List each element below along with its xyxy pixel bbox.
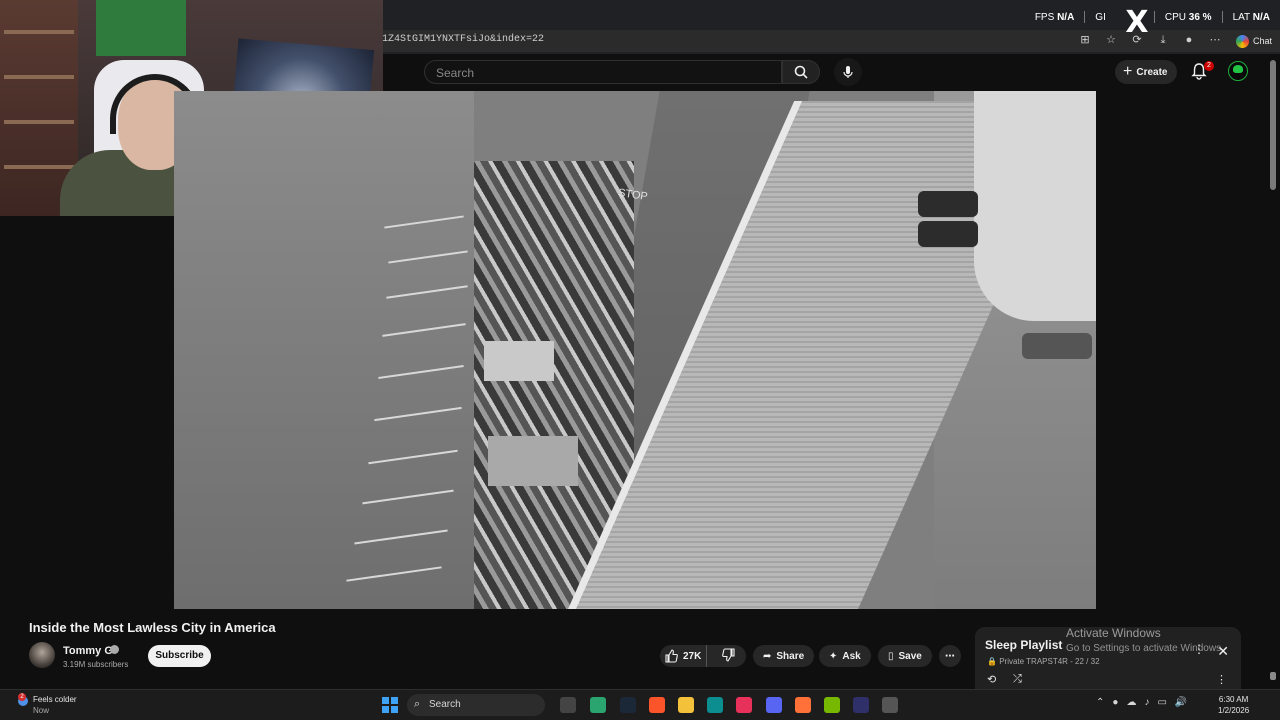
taskbar-search[interactable]: ⌕ Search [407, 694, 545, 716]
weather-sub: Now [33, 706, 50, 715]
like-count: 27K [683, 650, 702, 662]
download-icon[interactable]: ⤓ [1156, 33, 1170, 47]
voice-search-button[interactable] [834, 58, 862, 86]
microphone-icon [843, 66, 853, 78]
windows-taskbar: 2 Feels colder Now ⌕ Search ⌃ ● ☁ ♪ ▭ 🔊 [0, 689, 1280, 720]
microphone-tray-icon[interactable]: ♪ [1144, 697, 1149, 708]
search-icon: ⌕ [414, 698, 421, 710]
thumbs-up-icon [665, 649, 678, 663]
url-text[interactable]: 1Z4StGIM1YNXTFsiJo&index=22 [382, 34, 544, 45]
display-tray-icon[interactable]: ▭ [1157, 697, 1166, 708]
windows-start-icon[interactable] [382, 697, 398, 713]
more-horizontal-icon: ⋯ [945, 650, 955, 662]
account-avatar[interactable] [1228, 61, 1248, 81]
playlist-meta: 🔒 Private TRAPST4R - 22 / 32 [987, 657, 1100, 666]
activate-windows-title: Activate Windows [1066, 626, 1161, 640]
search-input[interactable]: Search [424, 60, 782, 84]
video-player[interactable]: STOP [174, 91, 1096, 609]
clock-time: 6:30 AM [1218, 695, 1249, 704]
favorite-star-icon[interactable]: ☆ [1104, 33, 1118, 47]
video-title: Inside the Most Lawless City in America [29, 620, 276, 635]
video-car [918, 191, 978, 217]
weather-widget[interactable]: 2 Feels colder Now [18, 693, 77, 716]
playlist-title[interactable]: Sleep Playlist [985, 638, 1062, 652]
page-scrollbar-end[interactable] [1270, 672, 1276, 680]
more-menu-icon[interactable]: ⋯ [1208, 33, 1222, 47]
ask-label: Ask [842, 650, 861, 662]
gpu-readout: GI [1095, 11, 1106, 23]
latency-readout: LAT N/A [1232, 11, 1270, 23]
create-label: Create [1136, 66, 1168, 78]
video-shed [488, 436, 578, 486]
video-car [918, 221, 978, 247]
more-actions-button[interactable]: ⋯ [939, 645, 961, 667]
obs-app-icon[interactable] [853, 697, 869, 713]
cpu-readout: CPU 36 % [1164, 11, 1212, 23]
video-right-building [974, 91, 1096, 321]
thumbs-down-icon [722, 647, 735, 662]
x-logo-icon: X [1125, 5, 1149, 40]
verified-check-icon [110, 645, 119, 654]
sparkle-icon: ✦ [829, 650, 838, 662]
youtube-header: Search + Create 2 [382, 54, 1280, 90]
copilot-icon [1235, 34, 1249, 48]
video-trailer [484, 341, 554, 381]
edge-browser-icon[interactable] [707, 697, 723, 713]
share-label: Share [776, 650, 805, 662]
notification-count-badge: 2 [1204, 61, 1214, 71]
bookmark-icon: ▯ [888, 650, 894, 662]
profile-icon[interactable]: ● [1182, 33, 1196, 47]
subscribe-button[interactable]: Subscribe [148, 645, 211, 667]
loop-icon[interactable]: ⟲ [987, 673, 996, 686]
dislike-button[interactable] [712, 647, 746, 665]
save-label: Save [898, 650, 922, 662]
system-tray: ⌃ ● ☁ ♪ ▭ 🔊 [1096, 697, 1187, 708]
channel-name[interactable]: Tommy G [63, 645, 113, 657]
save-button[interactable]: ▯ Save [878, 645, 932, 667]
activate-windows-subtitle: Go to Settings to activate Windows. [1066, 643, 1224, 654]
chat-label: Chat [1252, 36, 1272, 46]
firefox-app-icon[interactable] [795, 697, 811, 713]
share-arrow-icon: ➦ [763, 650, 772, 662]
tab-grid-icon[interactable]: ⊞ [1078, 33, 1092, 47]
like-dislike-group: 27K [660, 645, 746, 667]
discord-app-icon[interactable] [766, 697, 782, 713]
file-explorer-icon[interactable] [678, 697, 694, 713]
screen: 1Z4StGIM1YNXTFsiJo&index=22 ⊞ ☆ ⟳ ⤓ ● ⋯ … [0, 0, 1280, 720]
tiktok-app-icon[interactable] [736, 697, 752, 713]
brave-browser-icon[interactable] [649, 697, 665, 713]
taskbar-search-label: Search [429, 699, 461, 710]
shuffle-icon[interactable]: ⤮ [1013, 673, 1022, 686]
clock-date: 1/2/2026 [1218, 706, 1250, 715]
notepad-app-icon[interactable] [590, 697, 606, 713]
subscriber-count: 3.19M subscribers [63, 660, 129, 669]
steam-app-icon[interactable] [620, 697, 636, 713]
playlist-more-icon[interactable]: ⋮ [1216, 673, 1227, 686]
create-button[interactable]: + Create [1115, 60, 1178, 84]
share-button[interactable]: ➦ Share [753, 645, 815, 667]
video-car [1022, 333, 1092, 359]
network-tray-icon[interactable]: ☁ [1126, 697, 1136, 708]
nvidia-app-icon[interactable] [824, 697, 840, 713]
clock[interactable]: 6:30 AM 1/2/2026 [1218, 694, 1249, 716]
volume-icon[interactable]: 🔊 [1175, 697, 1187, 708]
webcam-wall-art [96, 0, 186, 56]
search-icon [794, 65, 808, 79]
ask-button[interactable]: ✦ Ask [819, 645, 871, 667]
like-button[interactable]: 27K [660, 645, 708, 667]
channel-avatar[interactable] [29, 642, 55, 668]
chevron-up-icon[interactable]: ⌃ [1096, 697, 1104, 708]
search-button[interactable] [782, 60, 820, 84]
task-view-icon[interactable] [560, 697, 576, 713]
steam-tray-icon[interactable]: ● [1112, 697, 1118, 708]
fps-readout: FPS N/A [1034, 11, 1075, 23]
copilot-chat-button[interactable]: Chat [1235, 32, 1272, 50]
search-placeholder: Search [436, 66, 475, 80]
plus-icon: + [1123, 63, 1133, 80]
page-scrollbar[interactable] [1270, 60, 1276, 190]
weather-badge: 2 [18, 693, 26, 701]
app-icon[interactable] [882, 697, 898, 713]
